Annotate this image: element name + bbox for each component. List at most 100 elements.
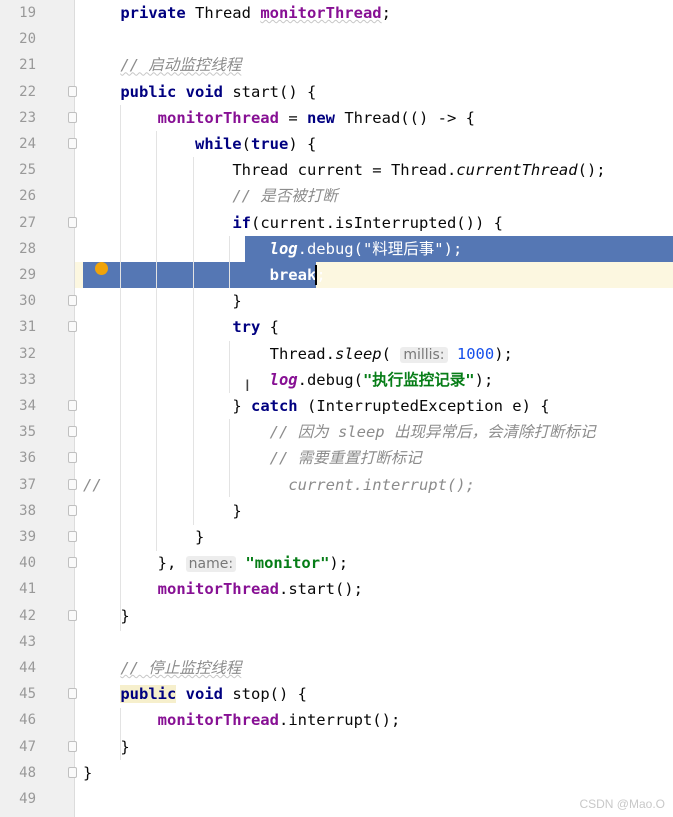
code-text[interactable]: } catch (InterruptedException e) { <box>83 393 549 419</box>
code-line[interactable]: 37 // current.interrupt(); <box>0 472 673 498</box>
code-line[interactable]: 33 log.debug("执行监控记录"); <box>0 367 673 393</box>
code-editor[interactable]: 19 private Thread monitorThread; 20 21 // … <box>0 0 673 817</box>
code-text[interactable]: // 需要重置打断标记 <box>83 445 422 471</box>
code-line[interactable]: 30 } <box>0 288 673 314</box>
code-line[interactable]: 32 Thread.sleep( millis: 1000); <box>0 341 673 367</box>
code-line[interactable]: 42 } <box>0 603 673 629</box>
code-text[interactable]: while(true) { <box>83 131 316 157</box>
code-line[interactable]: 43 <box>0 629 673 655</box>
code-text[interactable]: // 因为 sleep 出现异常后，会清除打断标记 <box>83 419 596 445</box>
code-text[interactable]: break; <box>83 262 326 288</box>
code-text[interactable]: // current.interrupt(); <box>83 472 475 498</box>
code-line[interactable]: 35 // 因为 sleep 出现异常后，会清除打断标记 <box>0 419 673 445</box>
code-line[interactable]: 19 private Thread monitorThread; <box>0 0 673 26</box>
line-number[interactable]: 39 <box>0 524 36 550</box>
line-number[interactable]: 31 <box>0 314 36 340</box>
line-number[interactable]: 44 <box>0 655 36 681</box>
line-number[interactable]: 45 <box>0 681 36 707</box>
code-text[interactable]: } <box>83 603 129 629</box>
line-number[interactable]: 40 <box>0 550 36 576</box>
fold-marker-icon[interactable] <box>68 138 77 149</box>
code-line[interactable]: 31 try { <box>0 314 673 340</box>
code-line[interactable]: 44 // 停止监控线程 <box>0 655 673 681</box>
code-text[interactable]: if(current.isInterrupted()) { <box>83 210 503 236</box>
code-text[interactable]: // 启动监控线程 <box>83 52 241 78</box>
code-text[interactable]: Thread.sleep( millis: 1000); <box>83 341 513 368</box>
line-number[interactable]: 21 <box>0 52 36 78</box>
code-text[interactable]: Thread current = Thread.currentThread(); <box>83 157 605 183</box>
line-number[interactable]: 23 <box>0 105 36 131</box>
code-text[interactable]: } <box>83 288 241 314</box>
line-number[interactable]: 42 <box>0 603 36 629</box>
code-text[interactable]: } <box>83 498 241 524</box>
line-number[interactable]: 27 <box>0 210 36 236</box>
line-number[interactable]: 34 <box>0 393 36 419</box>
fold-marker-icon[interactable] <box>68 478 77 490</box>
code-text[interactable]: } <box>83 760 92 786</box>
fold-marker-icon[interactable] <box>68 85 77 97</box>
fold-marker-icon[interactable] <box>68 321 77 333</box>
fold-marker-icon[interactable] <box>68 111 77 123</box>
code-line[interactable]: 41 monitorThread.start(); <box>0 576 673 602</box>
line-number[interactable]: 29 <box>0 262 36 288</box>
code-line[interactable]: 21 // 启动监控线程 <box>0 52 673 78</box>
code-line[interactable]: 38 } <box>0 498 673 524</box>
code-line[interactable]: 27 if(current.isInterrupted()) { <box>0 210 673 236</box>
code-line[interactable]: 45 public void stop() { <box>0 681 673 707</box>
breakpoint-icon[interactable] <box>95 262 108 275</box>
fold-marker-icon[interactable] <box>68 452 77 464</box>
code-text[interactable]: // 是否被打断 <box>83 183 338 209</box>
line-number[interactable]: 38 <box>0 498 36 524</box>
code-text[interactable]: monitorThread.interrupt(); <box>83 707 401 733</box>
code-text[interactable]: monitorThread = new Thread(() -> { <box>83 105 475 131</box>
line-number[interactable]: 20 <box>0 26 36 52</box>
code-text[interactable]: monitorThread.start(); <box>83 576 363 602</box>
fold-marker-icon[interactable] <box>68 609 77 621</box>
line-number[interactable]: 25 <box>0 157 36 183</box>
line-number[interactable]: 47 <box>0 734 36 760</box>
line-number[interactable]: 41 <box>0 576 36 602</box>
fold-marker-icon[interactable] <box>68 766 77 778</box>
code-text[interactable]: private Thread monitorThread; <box>83 0 391 26</box>
code-text[interactable]: log.debug("料理后事"); <box>83 236 463 262</box>
code-line[interactable]: 49 <box>0 786 673 812</box>
code-line[interactable]: 48} <box>0 760 673 786</box>
line-number[interactable]: 36 <box>0 445 36 471</box>
code-line[interactable]: 34 } catch (InterruptedException e) { <box>0 393 673 419</box>
code-text[interactable]: } <box>83 524 204 550</box>
line-number[interactable]: 32 <box>0 341 36 367</box>
code-line[interactable]: 20 <box>0 26 673 52</box>
fold-marker-icon[interactable] <box>68 295 77 307</box>
code-line[interactable]: 25 Thread current = Thread.currentThread… <box>0 157 673 183</box>
fold-marker-icon[interactable] <box>68 740 77 752</box>
code-line[interactable]: 22 public void start() { <box>0 79 673 105</box>
fold-marker-icon[interactable] <box>68 531 77 542</box>
fold-marker-icon[interactable] <box>68 557 77 569</box>
fold-marker-icon[interactable] <box>68 216 77 228</box>
code-text[interactable]: } <box>83 734 129 760</box>
line-number[interactable]: 30 <box>0 288 36 314</box>
code-line[interactable]: 23 monitorThread = new Thread(() -> { <box>0 105 673 131</box>
code-text[interactable]: try { <box>83 314 279 340</box>
line-number[interactable]: 28 <box>0 236 36 262</box>
line-number[interactable]: 33 <box>0 367 36 393</box>
code-line[interactable]: 26 // 是否被打断 <box>0 183 673 209</box>
code-text[interactable]: log.debug("执行监控记录"); <box>83 367 494 393</box>
code-text[interactable]: // 停止监控线程 <box>83 655 241 681</box>
fold-marker-icon[interactable] <box>68 504 77 516</box>
line-number[interactable]: 22 <box>0 79 36 105</box>
code-text[interactable]: public void stop() { <box>83 681 307 707</box>
line-number[interactable]: 19 <box>0 0 36 26</box>
line-number[interactable]: 48 <box>0 760 36 786</box>
code-line[interactable]: 36 // 需要重置打断标记 <box>0 445 673 471</box>
code-line[interactable]: 28 log.debug("料理后事"); <box>0 236 673 262</box>
line-number[interactable]: 24 <box>0 131 36 157</box>
line-number[interactable]: 35 <box>0 419 36 445</box>
code-text[interactable]: public void start() { <box>83 79 316 105</box>
code-line[interactable]: 39 } <box>0 524 673 550</box>
line-number[interactable]: 26 <box>0 183 36 209</box>
code-line[interactable]: 47 } <box>0 734 673 760</box>
code-line[interactable]: 40 }, name: "monitor"); <box>0 550 673 576</box>
code-line[interactable]: 46 monitorThread.interrupt(); <box>0 707 673 733</box>
fold-marker-icon[interactable] <box>68 426 77 438</box>
